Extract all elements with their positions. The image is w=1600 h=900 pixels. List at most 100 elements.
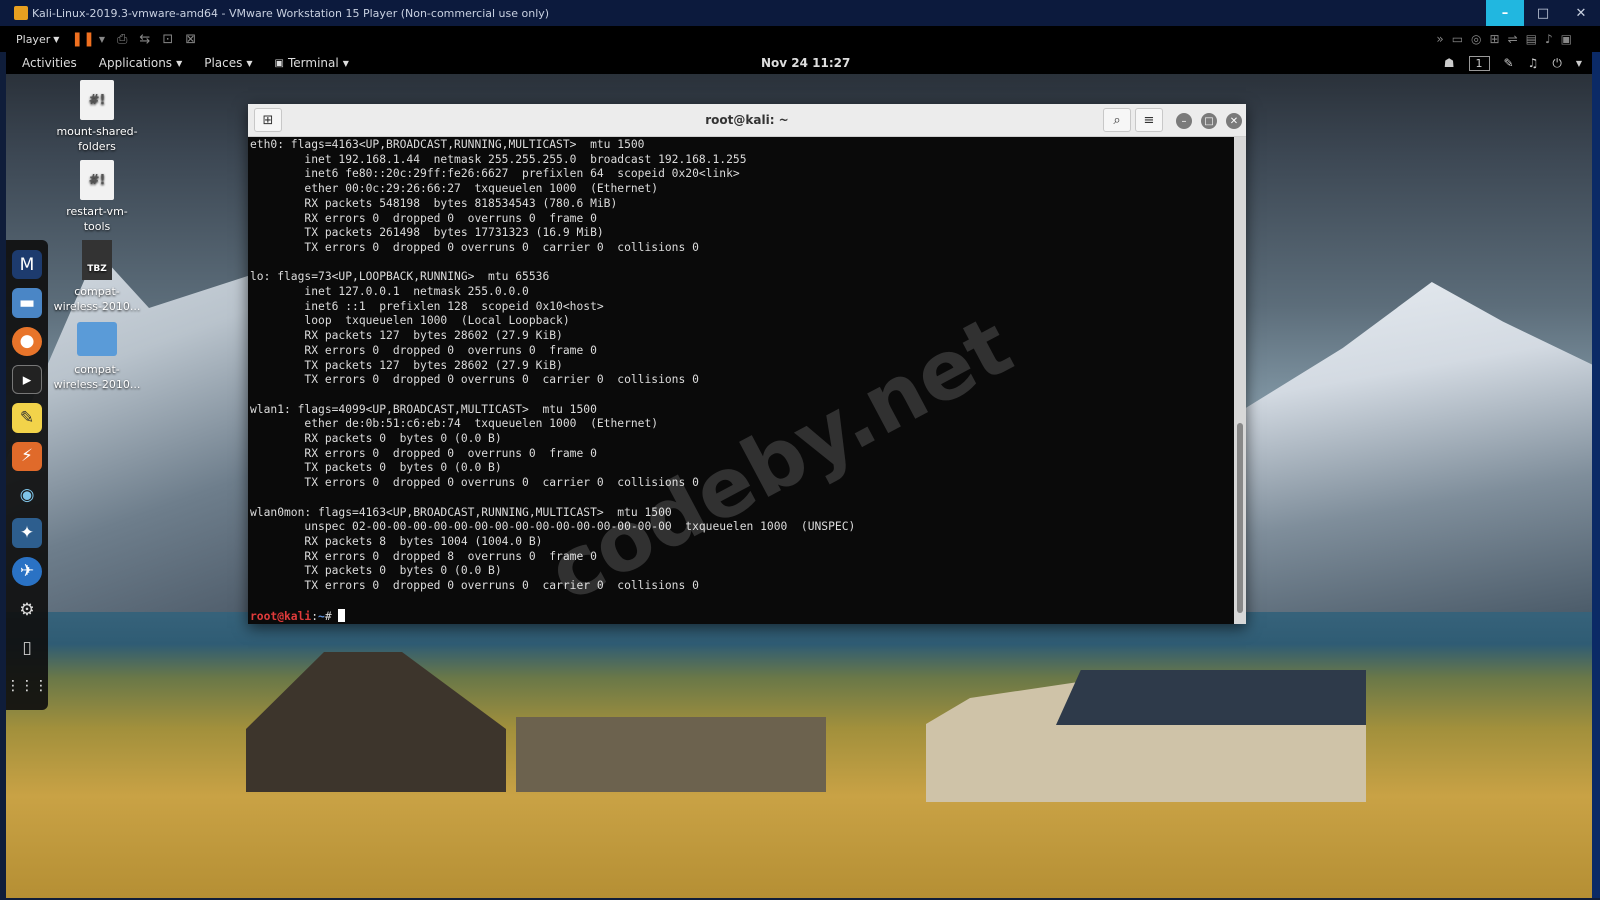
prompt-symbol: # xyxy=(324,609,339,623)
terminal-icon[interactable]: ▸ xyxy=(12,364,42,395)
menu-icon[interactable]: ≡ xyxy=(1135,108,1163,132)
maltego-icon[interactable]: ✈ xyxy=(12,556,42,586)
app-grid-icon[interactable]: ⋮⋮⋮ xyxy=(6,672,48,701)
terminal-line: TX errors 0 dropped 0 overruns 0 carrier… xyxy=(304,579,699,593)
activities-button[interactable]: Activities xyxy=(16,56,83,70)
zenmap-icon[interactable]: ✦ xyxy=(12,518,42,548)
terminal-line: TX errors 0 dropped 0 overruns 0 carrier… xyxy=(304,476,699,490)
desktop-icon-restart-vm-tools[interactable]: #! restart-vm- tools xyxy=(51,160,143,234)
minimize-button[interactable]: – xyxy=(1486,0,1524,26)
fit-guest-icon[interactable]: ⊡ xyxy=(162,32,173,47)
prompt-path: ~ xyxy=(318,609,325,623)
trash-icon[interactable]: ▯ xyxy=(12,633,42,662)
terminal-line: RX errors 0 dropped 0 overruns 0 frame 0 xyxy=(304,446,597,460)
device-status-icons: » ▭ ◎ ⊞ ⇌ ▤ ♪ ▣ xyxy=(1436,32,1572,46)
mountain-right xyxy=(1236,282,1592,612)
guest-desktop: Activities Applications ▼ Places ▼ ▣ Ter… xyxy=(6,52,1592,898)
terminal-line: RX packets 8 bytes 1004 (1004.0 B) xyxy=(304,534,543,548)
terminal-line: wlan0mon: flags=4163<UP,BROADCAST,RUNNIN… xyxy=(250,505,672,519)
volume-icon[interactable]: ♫ xyxy=(1528,56,1539,70)
terminal-headerbar[interactable]: ⊞ root@kali: ~ ⌕ ≡ – □ ✕ xyxy=(248,104,1246,137)
close-button[interactable]: ✕ xyxy=(1562,0,1600,26)
terminal-line: inet 127.0.0.1 netmask 255.0.0.0 xyxy=(304,285,529,299)
users-icon[interactable]: ☗ xyxy=(1444,56,1455,70)
sound-icon[interactable]: ♪ xyxy=(1545,32,1553,46)
script-file-icon: #! xyxy=(80,80,114,120)
chevron-down-icon[interactable]: ▼ xyxy=(1576,59,1582,68)
desktop-icon-compat-wireless-folder[interactable]: compat- wireless-2010... xyxy=(51,322,143,392)
maximize-icon[interactable]: □ xyxy=(1201,113,1217,129)
desktop-icon-label: compat- wireless-2010... xyxy=(53,363,141,391)
gnome-top-bar: Activities Applications ▼ Places ▼ ▣ Ter… xyxy=(6,52,1592,74)
search-icon[interactable]: ⌕ xyxy=(1103,108,1131,132)
close-icon[interactable]: ✕ xyxy=(1226,113,1242,129)
host-window-edge xyxy=(1592,52,1600,898)
workspace-indicator[interactable]: 1 xyxy=(1468,55,1490,71)
folder-icon xyxy=(77,322,117,356)
vmware-toolbar: Player ▼ ❚❚ ▼ ⎙ ⇆ ⊡ ⊠ » ▭ ◎ ⊞ ⇌ ▤ ♪ ▣ xyxy=(0,26,1600,52)
cd-rom-icon[interactable]: ◎ xyxy=(1471,32,1481,46)
terminal-small-icon: ▣ xyxy=(274,57,284,69)
terminal-line: RX packets 0 bytes 0 (0.0 B) xyxy=(304,432,502,446)
desktop-icon-mount-shared-folders[interactable]: #! mount-shared- folders xyxy=(51,80,143,154)
unity-icon[interactable]: ⊠ xyxy=(185,32,196,47)
player-menu-label: Player xyxy=(16,32,51,46)
pause-icon[interactable]: ❚❚ xyxy=(71,31,94,47)
text-cursor xyxy=(338,608,346,622)
terminal-line: lo: flags=73<UP,LOOPBACK,RUNNING> mtu 65… xyxy=(250,270,550,284)
chevron-down-icon: ▼ xyxy=(246,58,253,68)
applications-menu[interactable]: Applications ▼ xyxy=(93,56,188,70)
terminal-line: inet6 fe80::20c:29ff:fe26:6627 prefixlen… xyxy=(304,167,740,181)
send-ctrl-alt-del-icon[interactable]: ⎙ xyxy=(117,32,127,47)
tools-icon[interactable]: ✎ xyxy=(1504,56,1514,70)
applications-label: Applications xyxy=(98,56,173,70)
forward-icon[interactable]: » xyxy=(1436,32,1443,46)
chevron-down-icon: ▼ xyxy=(176,58,183,68)
hard-disk-icon[interactable]: ▭ xyxy=(1452,32,1463,46)
terminal-line: RX packets 548198 bytes 818534543 (780.6… xyxy=(304,196,618,210)
removable-devices-icon[interactable]: ⇆ xyxy=(139,32,150,47)
power-icon[interactable]: ⏻ xyxy=(1552,56,1562,71)
scrollbar-thumb[interactable] xyxy=(1237,423,1243,613)
burpsuite-icon[interactable]: ⚡ xyxy=(12,441,42,472)
player-menu[interactable]: Player ▼ xyxy=(16,33,59,46)
files-icon[interactable]: ▬ xyxy=(12,288,42,318)
desktop-icon-label: compat- wireless-2010... xyxy=(53,285,141,313)
ifconfig-output: eth0: flags=4163<UP,BROADCAST,RUNNING,MU… xyxy=(250,138,855,592)
terminal-app-menu[interactable]: ▣ Terminal ▼ xyxy=(269,56,355,70)
terminal-menu-label: Terminal xyxy=(287,56,339,70)
terminal-line: TX packets 0 bytes 0 (0.0 B) xyxy=(304,461,502,475)
places-menu[interactable]: Places ▼ xyxy=(198,56,258,70)
text-editor-icon[interactable]: ✎ xyxy=(12,403,42,433)
terminal-line: RX errors 0 dropped 8 overruns 0 frame 0 xyxy=(304,549,597,563)
terminal-line: TX packets 127 bytes 28602 (27.9 KiB) xyxy=(304,358,563,372)
chevron-down-icon: ▼ xyxy=(53,34,60,44)
clock[interactable]: Nov 24 11:27 xyxy=(761,52,850,74)
message-icon[interactable]: ▣ xyxy=(1561,32,1572,46)
maximize-button[interactable]: □ xyxy=(1524,0,1562,26)
terminal-line: inet6 ::1 prefixlen 128 scopeid 0x10<hos… xyxy=(304,299,604,313)
terminal-scrollbar[interactable] xyxy=(1234,137,1246,624)
terminal-line: TX packets 0 bytes 0 (0.0 B) xyxy=(304,564,502,578)
terminal-line: unspec 02-00-00-00-00-00-00-00-00-00-00-… xyxy=(304,520,856,534)
chevron-down-icon[interactable]: ▼ xyxy=(99,35,105,44)
terminal-line: inet 192.168.1.44 netmask 255.255.255.0 … xyxy=(304,152,747,166)
printer-icon[interactable]: ▤ xyxy=(1526,32,1537,46)
terminal-line: wlan1: flags=4099<UP,BROADCAST,MULTICAST… xyxy=(250,402,597,416)
terminal-output[interactable]: eth0: flags=4163<UP,BROADCAST,RUNNING,MU… xyxy=(248,137,1234,624)
settings-icon[interactable]: ⚙ xyxy=(12,595,42,624)
minimize-icon[interactable]: – xyxy=(1176,113,1192,129)
roof-right xyxy=(1056,670,1366,725)
terminal-line: RX errors 0 dropped 0 overruns 0 frame 0 xyxy=(304,343,597,357)
firefox-icon[interactable]: ● xyxy=(12,326,42,356)
metasploit-icon[interactable]: M xyxy=(12,250,42,280)
archive-file-icon: TBZ xyxy=(82,240,112,280)
eye-icon[interactable]: ◉ xyxy=(12,480,42,509)
network-icon[interactable]: ⊞ xyxy=(1490,32,1500,46)
terminal-line: TX packets 261498 bytes 17731323 (16.9 M… xyxy=(304,226,604,240)
usb-icon[interactable]: ⇌ xyxy=(1508,32,1518,46)
desktop-icon-label: mount-shared- folders xyxy=(56,125,138,153)
terminal-line: RX packets 127 bytes 28602 (27.9 KiB) xyxy=(304,329,563,343)
terminal-window[interactable]: ⊞ root@kali: ~ ⌕ ≡ – □ ✕ eth0: flags=416… xyxy=(248,104,1246,624)
desktop-icon-compat-wireless-archive[interactable]: TBZ compat- wireless-2010... xyxy=(51,240,143,314)
